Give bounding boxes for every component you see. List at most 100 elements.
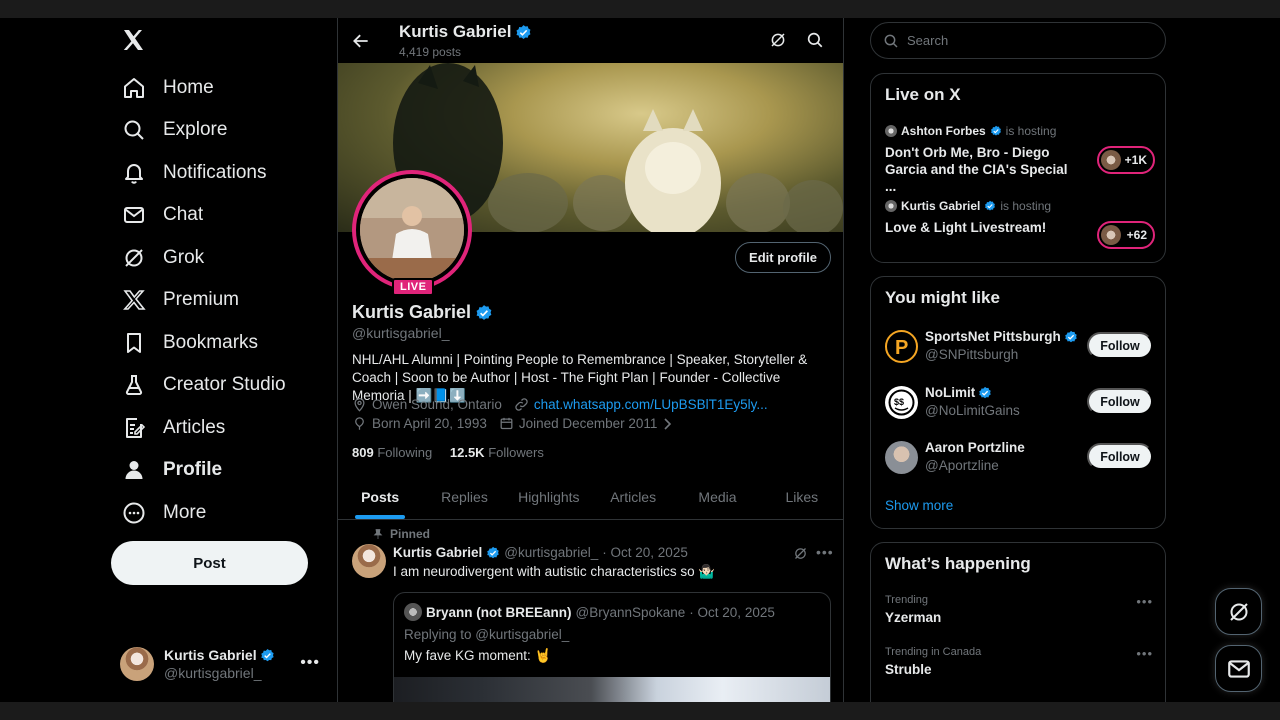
quoted-post-media[interactable] (394, 677, 830, 702)
pinned-post[interactable]: Pinned Kurtis Gabriel @kurtisgabriel_ · … (338, 520, 843, 702)
avatar (120, 647, 154, 681)
more-dots-icon[interactable]: ••• (816, 544, 834, 560)
suggested-user[interactable]: $$ NoLimit @NoLimitGains Follow (885, 384, 1153, 424)
user-name: Aaron Portzline (925, 440, 1025, 455)
search-input[interactable]: Search (907, 33, 948, 48)
nav-item-label: Premium (163, 289, 240, 310)
nav-item-label: Notifications (163, 162, 267, 183)
sidebar-nav: Home Explore Notifications Chat Grok Pre… (100, 18, 338, 702)
nav-item-label: Bookmarks (163, 332, 259, 353)
nav-item-home[interactable]: Home (110, 68, 214, 108)
verified-badge-icon (260, 648, 275, 663)
edit-profile-button[interactable]: Edit profile (735, 242, 831, 273)
location-pin-icon (352, 397, 367, 412)
trend-item[interactable]: Trending in Canada Struble ••• (885, 646, 1153, 677)
suggested-user[interactable]: P SportsNet Pittsburgh @SNPittsburgh Fol… (885, 328, 1153, 368)
host-suffix: is hosting (1005, 124, 1057, 138)
live-on-x-card: Live on X Ashton Forbes is hosting Don't… (870, 73, 1166, 263)
more-dots-icon[interactable]: ••• (1136, 594, 1153, 609)
grok-icon (1227, 600, 1251, 624)
profile-tabs: Posts Replies Highlights Articles Media … (338, 478, 843, 520)
show-more-link[interactable]: Show more (885, 498, 953, 513)
avatar (885, 441, 918, 474)
tab-replies[interactable]: Replies (422, 478, 506, 519)
user-handle: @SNPittsburgh (925, 347, 1019, 362)
account-name: Kurtis Gabriel (164, 647, 257, 663)
quoted-author-name: Bryann (not BREEann) (426, 604, 572, 620)
grok-icon[interactable] (793, 546, 808, 561)
post-author-handle[interactable]: @kurtisgabriel_ (504, 545, 598, 560)
bell-icon (122, 161, 146, 185)
messages-fab-button[interactable] (1215, 645, 1262, 692)
nav-item-label: Explore (163, 119, 228, 140)
nav-item-chat[interactable]: Chat (110, 195, 203, 235)
user-handle: @Aportzline (925, 458, 999, 473)
avatar (404, 603, 422, 621)
whats-happening-card: What’s happening Trending Yzerman ••• Tr… (870, 542, 1166, 720)
account-switcher[interactable]: Kurtis Gabriel @kurtisgabriel_ ••• (120, 646, 332, 682)
listener-count-pill[interactable]: +62 (1097, 221, 1155, 249)
chevron-right-icon[interactable] (663, 417, 673, 430)
verified-badge-icon (978, 386, 992, 400)
search-field[interactable]: Search (870, 22, 1166, 59)
tab-media[interactable]: Media (675, 478, 759, 519)
trend-name: Yzerman (885, 610, 942, 625)
home-icon (122, 76, 146, 100)
page-title: Kurtis Gabriel (399, 22, 512, 41)
avatar[interactable] (352, 544, 386, 578)
followers-link[interactable]: 12.5K Followers (450, 445, 544, 460)
person-icon (122, 458, 146, 482)
nav-item-articles[interactable]: Articles (110, 408, 225, 448)
profile-born: Born April 20, 1993 (372, 416, 487, 431)
nav-item-label: Creator Studio (163, 374, 286, 395)
nav-item-profile[interactable]: Profile (110, 450, 222, 490)
grok-fab-button[interactable] (1215, 588, 1262, 635)
live-space-row[interactable]: Kurtis Gabriel is hosting Love & Light L… (885, 199, 1155, 249)
tab-highlights[interactable]: Highlights (507, 478, 591, 519)
listener-count-pill[interactable]: +1K (1097, 146, 1155, 174)
more-dots-icon[interactable]: ••• (1136, 646, 1153, 661)
x-logo-icon[interactable] (121, 28, 145, 52)
nav-item-explore[interactable]: Explore (110, 110, 227, 150)
profile-link[interactable]: chat.whatsapp.com/LUpBSBlT1Ey5ly... (534, 397, 768, 412)
nav-item-bookmarks[interactable]: Bookmarks (110, 323, 258, 363)
trend-item[interactable]: Trending Yzerman ••• (885, 594, 1153, 625)
post-date[interactable]: · Oct 20, 2025 (602, 545, 688, 560)
nav-item-creator-studio[interactable]: Creator Studio (110, 365, 286, 405)
nav-item-premium[interactable]: Premium (110, 280, 239, 320)
user-name: SportsNet Pittsburgh (925, 329, 1061, 344)
tab-likes[interactable]: Likes (760, 478, 843, 519)
following-link[interactable]: 809 Following (352, 445, 432, 460)
card-title: What’s happening (885, 554, 1031, 573)
nav-item-grok[interactable]: Grok (110, 238, 204, 278)
card-title: You might like (885, 288, 1000, 307)
post-author-name[interactable]: Kurtis Gabriel (393, 545, 482, 560)
tab-articles[interactable]: Articles (591, 478, 675, 519)
profile-handle: @kurtisgabriel_ (352, 325, 450, 341)
nav-item-more[interactable]: More (110, 493, 206, 533)
post-button[interactable]: Post (111, 541, 308, 585)
followers-label: Followers (488, 445, 544, 460)
live-space-row[interactable]: Ashton Forbes is hosting Don't Orb Me, B… (885, 124, 1155, 195)
follow-button[interactable]: Follow (1087, 443, 1153, 470)
quoted-post[interactable]: Bryann (not BREEann) @BryannSpokane · Oc… (393, 592, 831, 702)
svg-text:P: P (895, 337, 908, 359)
account-handle: @kurtisgabriel_ (164, 665, 262, 681)
followers-count: 12.5K (449, 445, 485, 460)
follow-button[interactable]: Follow (1087, 332, 1153, 359)
follow-button[interactable]: Follow (1087, 388, 1153, 415)
profile-name: Kurtis Gabriel (352, 302, 472, 322)
live-badge: LIVE (392, 278, 435, 296)
more-dots-icon[interactable]: ••• (300, 654, 320, 672)
back-arrow-icon[interactable] (351, 31, 371, 51)
window-bottom-bar (0, 702, 1280, 720)
profile-avatar[interactable] (352, 170, 472, 290)
search-icon[interactable] (806, 31, 824, 49)
suggested-user[interactable]: Aaron Portzline @Aportzline Follow (885, 439, 1153, 479)
tab-posts[interactable]: Posts (338, 478, 422, 519)
nav-item-notifications[interactable]: Notifications (110, 153, 267, 193)
nav-item-label: Profile (163, 459, 223, 480)
grok-icon[interactable] (769, 31, 787, 49)
trend-name: Struble (885, 662, 932, 677)
host-name: Ashton Forbes (901, 124, 986, 138)
